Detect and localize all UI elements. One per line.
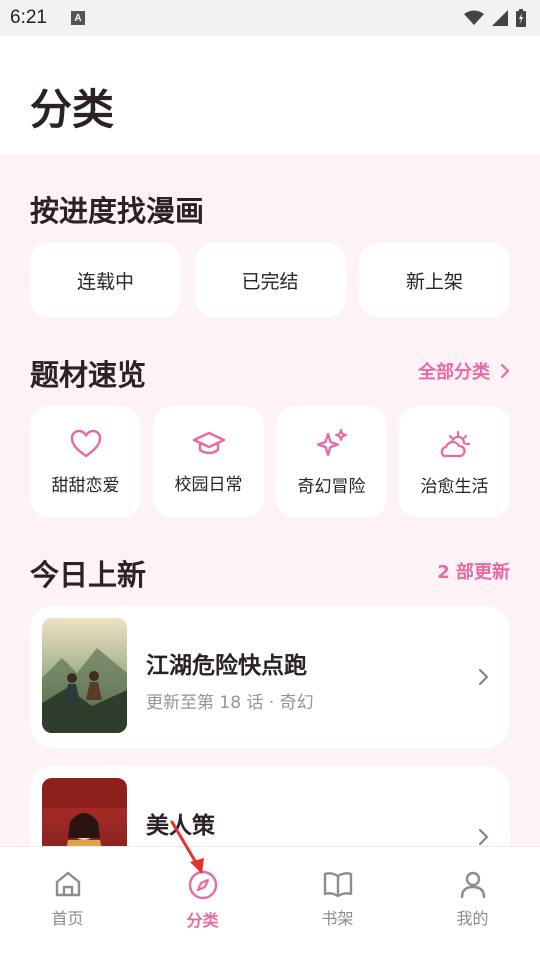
status-bar: 6:21 A [0, 0, 540, 36]
genre-row: 甜甜恋爱 校园日常 奇幻冒险 治愈生活 [30, 406, 510, 518]
update-count-label: 2 部更新 [437, 562, 510, 583]
nav-label: 首页 [51, 909, 84, 928]
notification-icon: A [70, 11, 85, 25]
filter-new-arrivals-button[interactable]: 新上架 [359, 242, 510, 318]
progress-filter-row: 连载中 已完结 新上架 [30, 242, 510, 318]
genre-label: 治愈生活 [420, 476, 489, 497]
bottom-navigation: 首页 分类 书架 我的 [0, 846, 540, 960]
battery-icon [516, 9, 526, 27]
genre-healing-card[interactable]: 治愈生活 [399, 406, 510, 518]
heart-icon [70, 429, 101, 457]
new-today-section-title: 今日上新 [30, 558, 147, 592]
graduation-cap-icon [192, 431, 225, 454]
progress-section-title: 按进度找漫画 [30, 194, 205, 228]
signal-icon [492, 10, 508, 26]
nav-home[interactable]: 首页 [0, 847, 135, 960]
genre-section-title: 题材速览 [30, 358, 147, 392]
wifi-icon [464, 10, 484, 25]
manga-cover-image [42, 618, 127, 733]
genre-romance-card[interactable]: 甜甜恋爱 [30, 406, 141, 518]
genre-label: 校园日常 [174, 474, 243, 495]
nav-label: 书架 [321, 909, 354, 928]
user-icon [460, 871, 485, 899]
nav-bookshelf[interactable]: 书架 [270, 847, 405, 960]
filter-serializing-button[interactable]: 连载中 [30, 242, 181, 318]
sun-cloud-icon [440, 430, 470, 457]
chevron-right-icon [478, 668, 489, 686]
sparkles-icon [316, 428, 347, 456]
nav-label: 分类 [186, 911, 219, 930]
status-time: 6:21 [10, 7, 47, 28]
annotation-arrow-icon [170, 820, 204, 874]
genre-fantasy-card[interactable]: 奇幻冒险 [276, 406, 387, 518]
page-title: 分类 [30, 85, 115, 134]
filter-completed-button[interactable]: 已完结 [194, 242, 346, 318]
chevron-right-icon [478, 828, 489, 846]
all-categories-link[interactable]: 全部分类 [418, 358, 510, 384]
genre-label: 奇幻冒险 [297, 476, 366, 497]
nav-label: 我的 [456, 909, 489, 928]
home-icon [55, 871, 80, 897]
book-icon [323, 872, 352, 898]
chevron-right-icon [500, 363, 510, 379]
manga-subtitle: 更新至第 18 话 · 奇幻 [146, 693, 314, 713]
manga-card[interactable]: 江湖危险快点跑 更新至第 18 话 · 奇幻 [30, 606, 510, 748]
page-header: 分类 [0, 36, 540, 154]
manga-title: 江湖危险快点跑 [146, 653, 307, 679]
status-indicators [464, 9, 526, 27]
all-categories-label: 全部分类 [418, 362, 490, 383]
genre-campus-card[interactable]: 校园日常 [153, 406, 264, 518]
genre-label: 甜甜恋爱 [51, 475, 120, 496]
nav-profile[interactable]: 我的 [405, 847, 540, 960]
